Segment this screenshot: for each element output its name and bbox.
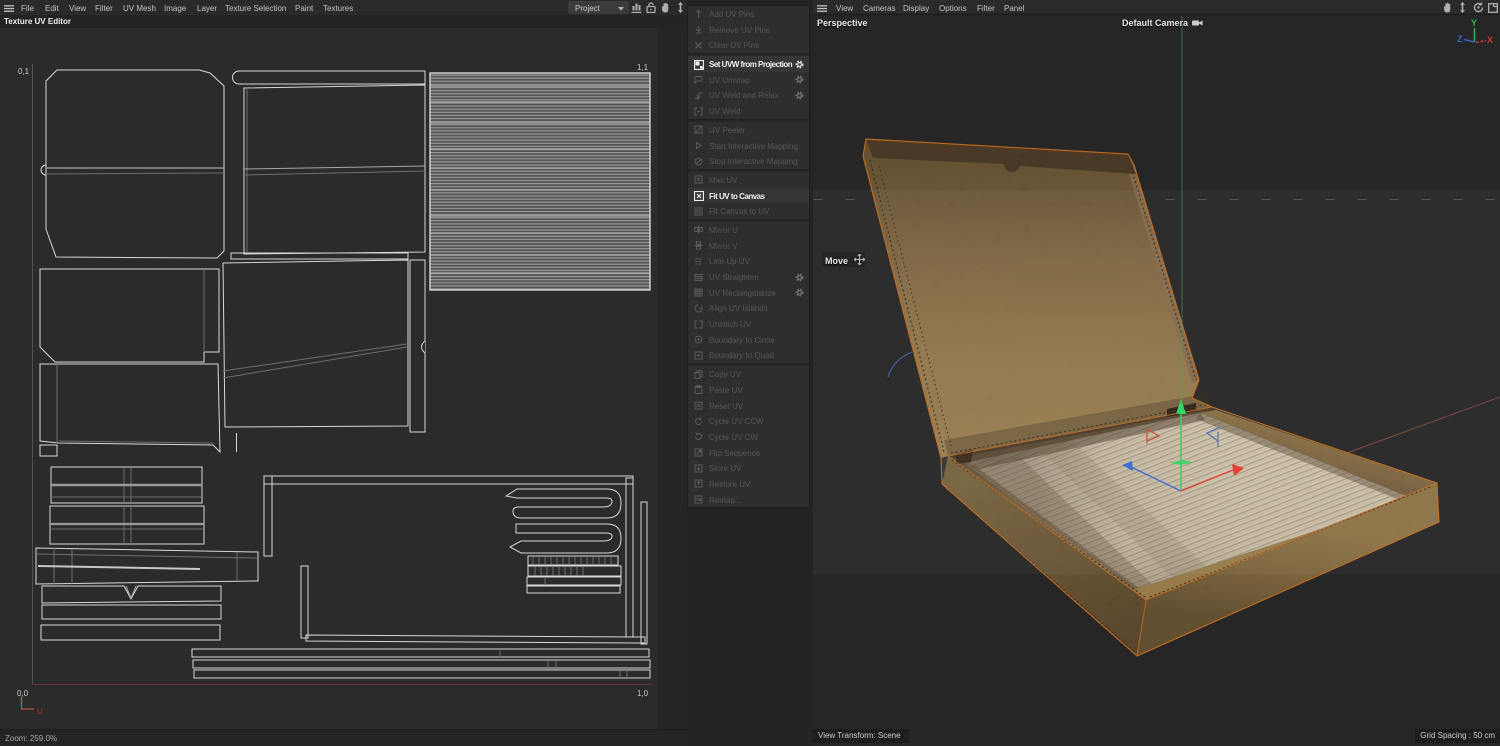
svg-text:0,1: 0,1 <box>18 67 30 76</box>
svg-text:Y: Y <box>1471 18 1477 28</box>
svg-text:X: X <box>1487 35 1493 45</box>
svg-text:U: U <box>37 707 43 716</box>
svg-text:0,0: 0,0 <box>17 689 29 698</box>
svg-text:Z: Z <box>1457 34 1463 44</box>
svg-text:1,0: 1,0 <box>637 689 649 698</box>
svg-text:1,1: 1,1 <box>637 63 649 72</box>
